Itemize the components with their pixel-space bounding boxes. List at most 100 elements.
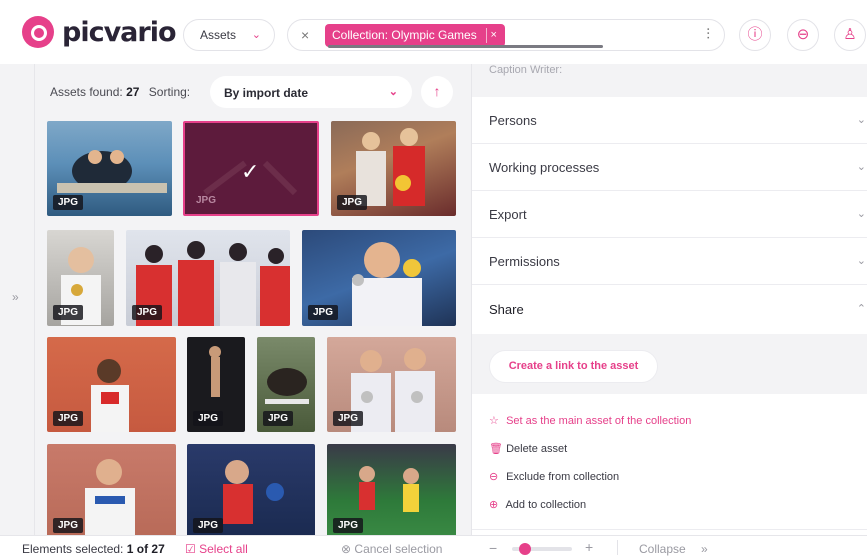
asset-thumbnail[interactable]: JPG [126, 230, 290, 326]
inbox-icon: ⊖ [796, 26, 810, 43]
zoom-in-button[interactable]: + [585, 539, 593, 555]
format-badge: JPG [132, 305, 163, 320]
cancel-selection-label: Cancel selection [354, 542, 443, 556]
plus-circle-icon: ⊕ [489, 499, 499, 511]
asset-thumbnail[interactable]: JPG [302, 230, 456, 326]
section-label: Permissions [489, 254, 560, 269]
chip-close-icon[interactable]: × [485, 28, 501, 43]
check-icon: ✓ [241, 159, 260, 184]
action-label: Exclude from collection [506, 471, 620, 483]
sorting-label: Sorting: [148, 85, 191, 99]
zoom-slider-handle[interactable] [519, 543, 532, 555]
bottom-bar: Elements selected: 1 of 27 ☑ Select all … [0, 535, 867, 558]
star-icon: ☆ [489, 415, 499, 427]
format-badge: JPG [53, 195, 84, 210]
divider [617, 540, 618, 555]
minus-circle-icon: ⊖ [489, 471, 499, 483]
chevron-down-icon: ⌄ [856, 255, 866, 267]
asset-thumbnail[interactable]: JPG [187, 444, 315, 535]
section-persons[interactable]: Persons ⌄ [472, 97, 867, 144]
asset-details-panel: Caption Writer: Persons ⌄ Working proces… [471, 64, 867, 535]
collapse-label: Collapse [639, 542, 686, 556]
logo[interactable]: picvario [22, 16, 177, 48]
asset-thumbnail[interactable]: JPG [257, 337, 315, 432]
expand-sidebar-icon[interactable]: » [12, 290, 19, 304]
format-badge: JPG [193, 518, 224, 533]
add-to-collection-action[interactable]: ⊕ Add to collection [489, 498, 586, 511]
chevron-down-icon: ⌄ [388, 86, 398, 98]
sorting-value: By import date [224, 86, 309, 100]
elements-selected-label: Elements selected: [22, 542, 124, 556]
asset-thumbnail[interactable]: JPG [47, 444, 176, 535]
assets-found-label: Assets found: [50, 85, 123, 99]
format-badge: JPG [308, 305, 339, 320]
exclude-from-collection-action[interactable]: ⊖ Exclude from collection [489, 470, 619, 483]
filter-settings-icon[interactable]: ⫶ [706, 26, 710, 43]
asset-thumbnail[interactable]: JPG [47, 121, 172, 216]
select-all-label: Select all [199, 542, 248, 556]
asset-thumbnail[interactable]: JPG [187, 337, 245, 432]
format-badge: JPG [333, 411, 364, 426]
action-label: Set as the main asset of the collection [506, 415, 692, 427]
top-bar: picvario Assets ⌄ × Collection: Olympic … [0, 0, 867, 64]
format-badge: JPG [196, 195, 217, 206]
user-icon: ♙ [843, 26, 857, 43]
format-badge: JPG [333, 518, 364, 533]
logo-icon [22, 16, 54, 48]
asset-thumbnail[interactable]: JPG [47, 230, 114, 326]
format-badge: JPG [53, 518, 84, 533]
chevron-down-icon: ⌄ [251, 29, 261, 41]
assets-pane: Assets found: 27 Sorting: By import date… [35, 64, 471, 535]
format-badge: JPG [53, 411, 84, 426]
action-label: Add to collection [505, 499, 587, 511]
divider [472, 529, 867, 530]
section-export[interactable]: Export ⌄ [472, 191, 867, 238]
search-bar[interactable]: × Collection: Olympic Games × ⫶ [287, 19, 725, 51]
asset-thumbnail-selected[interactable]: ✓ JPG [183, 121, 319, 216]
logo-text: picvario [62, 16, 177, 48]
elements-selected-value: 1 of 27 [126, 542, 165, 556]
section-label: Working processes [489, 160, 600, 175]
search-scrollbar[interactable] [328, 45, 603, 48]
share-body: Create a link to the asset [472, 334, 867, 394]
arrow-up-icon: ↑ [433, 83, 441, 99]
format-badge: JPG [263, 411, 294, 426]
caption-writer-label: Caption Writer: [489, 64, 563, 76]
inbox-button[interactable]: ⊖ [787, 19, 819, 51]
zoom-out-button[interactable]: − [489, 540, 497, 556]
double-chevron-right-icon: » [701, 542, 708, 556]
cancel-selection-button[interactable]: ⊗ Cancel selection [341, 542, 442, 556]
chevron-up-icon: ⌃ [856, 303, 866, 315]
chevron-down-icon: ⌄ [856, 114, 866, 126]
asset-thumbnail[interactable]: JPG [327, 337, 456, 432]
left-rail: » [0, 64, 35, 535]
user-button[interactable]: ♙ [834, 19, 866, 51]
create-link-button[interactable]: Create a link to the asset [489, 350, 658, 383]
asset-thumbnail[interactable]: JPG [327, 444, 456, 535]
filter-chip[interactable]: Collection: Olympic Games × [325, 24, 505, 47]
delete-asset-action[interactable]: 🗑 Delete asset [489, 442, 567, 455]
collapse-button[interactable]: Collapse » [639, 542, 708, 556]
action-label: Delete asset [506, 443, 568, 455]
info-button[interactable]: ⓘ [739, 19, 771, 51]
scope-select[interactable]: Assets ⌄ [183, 19, 275, 51]
section-share[interactable]: Share ⌃ [472, 286, 867, 333]
section-working-processes[interactable]: Working processes ⌄ [472, 144, 867, 191]
info-icon: ⓘ [747, 26, 763, 43]
format-badge: JPG [53, 305, 84, 320]
scope-select-label: Assets [200, 28, 237, 42]
format-badge: JPG [193, 411, 224, 426]
chevron-down-icon: ⌄ [856, 161, 866, 173]
caption-writer-field[interactable]: Caption Writer: [472, 64, 867, 97]
sorting-select[interactable]: By import date ⌄ [210, 76, 412, 108]
format-badge: JPG [337, 195, 368, 210]
elements-selected: Elements selected: 1 of 27 [22, 542, 165, 556]
asset-thumbnail[interactable]: JPG [331, 121, 456, 216]
asset-thumbnail[interactable]: JPG [47, 337, 176, 432]
clear-search-icon[interactable]: × [301, 27, 309, 43]
sort-direction-button[interactable]: ↑ [421, 76, 453, 108]
section-label: Export [489, 207, 527, 222]
set-main-asset-action[interactable]: ☆ Set as the main asset of the collectio… [489, 414, 691, 427]
select-all-button[interactable]: ☑ Select all [185, 542, 248, 556]
section-permissions[interactable]: Permissions ⌄ [472, 238, 867, 285]
